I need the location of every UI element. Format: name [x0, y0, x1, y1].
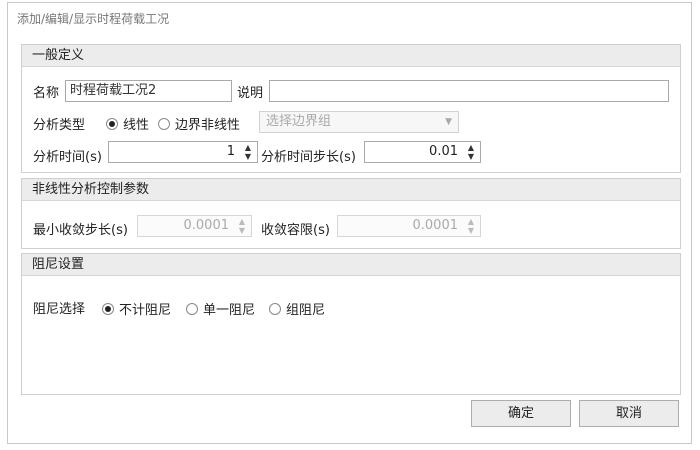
- ok-button[interactable]: 确定: [471, 400, 571, 427]
- spin-arrows-icon[interactable]: ▲ ▼: [235, 217, 249, 235]
- description-input[interactable]: [269, 80, 669, 102]
- nonlinear-control-header: 非线性分析控制参数: [22, 179, 680, 201]
- nonlinear-control-group: 非线性分析控制参数 最小收敛步长(s) 0.0001 ▲ ▼ 收敛容限(s) 0.…: [21, 178, 681, 249]
- tolerance-stepper[interactable]: 0.0001 ▲ ▼: [337, 215, 481, 237]
- damping-option-none[interactable]: 不计阻尼: [102, 299, 171, 318]
- spin-arrows-icon[interactable]: ▲ ▼: [241, 143, 255, 161]
- general-definition-header: 一般定义: [22, 45, 680, 67]
- radio-unselected-icon: [269, 302, 281, 315]
- time-step-label: 分析时间步长(s): [261, 150, 356, 165]
- radio-selected-icon: [106, 117, 118, 130]
- chevron-down-icon: ▼: [445, 117, 452, 127]
- boundary-nonlinear-radio-label: 边界非线性: [175, 118, 241, 133]
- boundary-group-select[interactable]: 选择边界组 ▼: [259, 111, 459, 133]
- min-step-stepper[interactable]: 0.0001 ▲ ▼: [137, 215, 252, 237]
- tolerance-label: 收敛容限(s): [261, 223, 330, 238]
- time-step-value: 0.01: [429, 144, 458, 159]
- damping-option-label: 不计阻尼: [119, 303, 172, 318]
- damping-header: 阻尼设置: [22, 254, 680, 276]
- boundary-group-placeholder: 选择边界组: [266, 114, 332, 129]
- damping-group: 阻尼设置 阻尼选择 不计阻尼 单一阻尼 组阻尼: [21, 253, 681, 395]
- general-definition-group: 一般定义 名称 时程荷载工况2 说明 分析类型 线性 边界非线性 选择边界组 ▼…: [21, 44, 681, 173]
- damping-option-label: 组阻尼: [286, 303, 326, 318]
- time-step-stepper[interactable]: 0.01 ▲ ▼: [364, 141, 481, 163]
- damping-option-group[interactable]: 组阻尼: [269, 299, 325, 318]
- tolerance-value: 0.0001: [412, 218, 459, 233]
- analysis-type-label: 分析类型: [33, 118, 86, 133]
- min-step-value: 0.0001: [183, 218, 230, 233]
- dialog-window: 添加/编辑/显示时程荷载工况 一般定义 名称 时程荷载工况2 说明 分析类型 线…: [7, 2, 692, 444]
- linear-radio[interactable]: 线性: [106, 114, 149, 133]
- dialog-title: 添加/编辑/显示时程荷载工况: [17, 12, 170, 26]
- min-step-label: 最小收敛步长(s): [33, 223, 128, 238]
- analysis-time-value: 1: [226, 144, 235, 159]
- analysis-time-label: 分析时间(s): [33, 150, 102, 165]
- name-label: 名称: [33, 86, 60, 101]
- damping-option-single[interactable]: 单一阻尼: [186, 299, 255, 318]
- name-input[interactable]: 时程荷载工况2: [65, 80, 232, 102]
- linear-radio-label: 线性: [123, 118, 150, 133]
- radio-selected-icon: [102, 302, 114, 315]
- spin-arrows-icon[interactable]: ▲ ▼: [464, 143, 478, 161]
- radio-unselected-icon: [158, 117, 170, 130]
- cancel-button[interactable]: 取消: [579, 400, 679, 427]
- description-label: 说明: [237, 86, 264, 101]
- radio-unselected-icon: [186, 302, 198, 315]
- spin-arrows-icon[interactable]: ▲ ▼: [464, 217, 478, 235]
- analysis-time-stepper[interactable]: 1 ▲ ▼: [108, 141, 258, 163]
- boundary-nonlinear-radio[interactable]: 边界非线性: [158, 114, 240, 133]
- damping-select-label: 阻尼选择: [33, 302, 86, 317]
- damping-option-label: 单一阻尼: [203, 303, 256, 318]
